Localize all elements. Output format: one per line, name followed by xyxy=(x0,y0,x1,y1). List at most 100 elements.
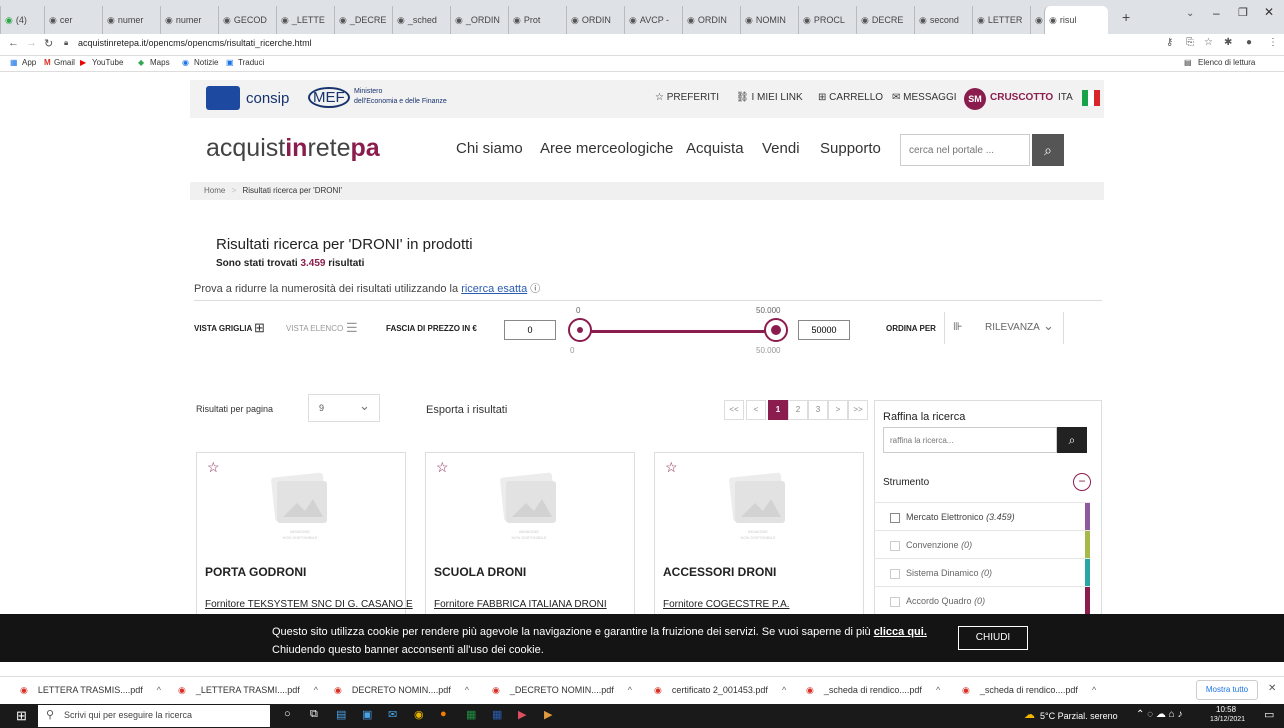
chrome-icon[interactable]: ◉ xyxy=(414,708,424,721)
extensions-icon[interactable]: ✱ xyxy=(1224,37,1232,48)
favorite-star-icon[interactable]: ☆ xyxy=(436,459,449,476)
language-selector[interactable]: ITA xyxy=(1058,92,1073,103)
chevron-up-icon[interactable]: ^ xyxy=(782,685,786,695)
mef-logo[interactable]: MEF xyxy=(308,87,350,108)
word-icon[interactable]: ▦ xyxy=(492,708,502,721)
browser-tab[interactable]: ◉ DECRE xyxy=(856,6,914,34)
browser-tab[interactable]: ◉ _ORDIN xyxy=(450,6,508,34)
supplier-link[interactable]: Fornitore COGECSTRE P.A. xyxy=(663,599,790,610)
nav-vendi[interactable]: Vendi xyxy=(762,140,800,157)
star-icon[interactable]: ☆ xyxy=(1204,37,1213,48)
excel-icon[interactable]: ▦ xyxy=(466,708,476,721)
download-item[interactable]: ◉ _DECRETO NOMIN....pdf ^ xyxy=(492,685,632,696)
download-item[interactable]: ◉ _scheda di rendico....pdf ^ xyxy=(806,685,940,696)
bookmark-traduci[interactable]: Traduci xyxy=(238,58,264,67)
price-slider-min-handle[interactable] xyxy=(568,318,592,342)
download-item[interactable]: ◉ _LETTERA TRASMI....pdf ^ xyxy=(178,685,318,696)
browser-tab[interactable]: ◉ AVCP - xyxy=(624,6,682,34)
info-icon[interactable]: ⓘ xyxy=(530,284,540,295)
download-item[interactable]: ◉ certificato 2_001453.pdf ^ xyxy=(654,685,786,696)
store-icon[interactable]: ▣ xyxy=(362,708,372,721)
browser-tab[interactable]: ◉ GECOD xyxy=(218,6,276,34)
per-page-select[interactable]: 9 ⌄ xyxy=(308,394,380,422)
close-window-icon[interactable]: ✕ xyxy=(1264,5,1274,19)
nav-aree-merceologiche[interactable]: Aree merceologiche xyxy=(540,140,673,157)
page-link[interactable]: >> xyxy=(848,400,868,420)
browser-tab[interactable]: ◉LETTER xyxy=(972,6,1030,34)
page-link[interactable]: << xyxy=(724,400,744,420)
site-logo[interactable]: acquistinretepa xyxy=(206,134,380,163)
bookmark-notizie[interactable]: Notizie xyxy=(194,58,218,67)
close-downloads-icon[interactable]: ✕ xyxy=(1268,683,1276,694)
app-icon[interactable]: ▶ xyxy=(518,708,526,721)
menu-icon[interactable]: ⋮ xyxy=(1268,37,1278,48)
download-item[interactable]: ◉ LETTERA TRASMIS....pdf ^ xyxy=(20,685,161,696)
browser-tab[interactable]: ◉ risul xyxy=(1044,6,1108,34)
reload-icon[interactable]: ↻ xyxy=(44,37,53,50)
download-item[interactable]: ◉ DECRETO NOMIN....pdf ^ xyxy=(334,685,469,696)
cookie-close-button[interactable]: CHIUDI xyxy=(958,626,1028,650)
sort-select[interactable]: ⊪ RILEVANZA ⌄ xyxy=(944,312,1064,344)
product-card[interactable]: ☆ IMMAGINE NON DISPONIBILE ACCESSORI DRONI F… xyxy=(654,452,864,618)
chevron-up-icon[interactable]: ^ xyxy=(465,685,469,695)
apps-icon[interactable]: ▦ xyxy=(10,58,18,67)
messaggi-link[interactable]: ✉ MESSAGGI xyxy=(892,92,957,103)
consip-logo[interactable]: consip xyxy=(246,90,289,107)
share-icon[interactable]: ⎘ xyxy=(1186,37,1194,48)
checkbox[interactable] xyxy=(890,596,900,607)
taskbar-search[interactable]: ⚲ Scrivi qui per eseguire la ricerca xyxy=(38,705,270,727)
cruscotto-link[interactable]: CRUSCOTTO xyxy=(990,92,1053,103)
browser-tab[interactable]: ◉ NOMIN xyxy=(740,6,798,34)
browser-tab[interactable]: ◉ ORDIN xyxy=(566,6,624,34)
browser-tab[interactable]: ◉ _LETTE xyxy=(276,6,334,34)
system-tray-icons[interactable]: ⌃ ◌ ☁ ⌂ ♪ xyxy=(1136,709,1182,720)
back-icon[interactable]: ← xyxy=(8,37,19,49)
minimize-icon[interactable]: – xyxy=(1213,6,1220,20)
task-view-icon[interactable]: ○ xyxy=(284,708,291,720)
carrello-link[interactable]: ⊞ CARRELLO xyxy=(818,92,883,103)
vista-elenco-label[interactable]: VISTA ELENCO xyxy=(286,324,343,333)
notifications-icon[interactable]: ▭ xyxy=(1264,708,1274,721)
favorite-star-icon[interactable]: ☆ xyxy=(665,459,678,476)
chevron-up-icon[interactable]: ^ xyxy=(1092,685,1096,695)
browser-tab[interactable]: ◉ _DECRE xyxy=(334,6,392,34)
supplier-link[interactable]: Fornitore FABBRICA ITALIANA DRONI xyxy=(434,599,607,610)
facet-option[interactable]: Accordo Quadro (0) xyxy=(874,586,1090,615)
windows-start-icon[interactable]: ⊞ xyxy=(16,708,27,724)
list-view-icon[interactable]: ☰ xyxy=(346,320,358,336)
clock-time[interactable]: 10:58 xyxy=(1216,705,1236,714)
nav-acquista[interactable]: Acquista xyxy=(686,140,744,157)
bookmark-youtube[interactable]: YouTube xyxy=(92,58,123,67)
export-link[interactable]: Esporta i risultati xyxy=(426,404,507,416)
browser-tab[interactable]: ◉ Prot xyxy=(508,6,566,34)
browser-tab[interactable]: ◉ (4) xyxy=(0,6,44,34)
taskview-icon[interactable]: ⧉ xyxy=(310,708,318,721)
facet-option[interactable]: Mercato Elettronico (3.459) xyxy=(874,502,1090,531)
chevron-up-icon[interactable]: ^ xyxy=(936,685,940,695)
calculator-icon[interactable]: ▤ xyxy=(336,708,346,721)
vista-griglia-label[interactable]: VISTA GRIGLIA xyxy=(194,324,252,333)
browser-tab[interactable]: ◉ cer xyxy=(44,6,102,34)
new-tab-icon[interactable]: + xyxy=(1122,9,1130,25)
mail-icon[interactable]: ✉ xyxy=(388,708,397,721)
price-slider-max-handle[interactable] xyxy=(764,318,788,342)
product-name[interactable]: PORTA GODRONI xyxy=(205,565,306,579)
url-field[interactable]: acquistinretepa.it/opencms/opencms/risul… xyxy=(78,38,312,48)
breadcrumb-home[interactable]: Home xyxy=(204,186,225,195)
browser-tab[interactable]: ◉ _sched xyxy=(392,6,450,34)
chevron-up-icon[interactable]: ^ xyxy=(628,685,632,695)
collapse-icon[interactable]: − xyxy=(1073,473,1091,491)
price-slider-track[interactable] xyxy=(580,330,776,333)
page-link[interactable]: 3 xyxy=(808,400,828,420)
checkbox[interactable] xyxy=(890,568,900,579)
site-search-input[interactable] xyxy=(900,134,1030,166)
bookmark-maps[interactable]: Maps xyxy=(150,58,170,67)
browser-tab[interactable]: ◉ PROCL xyxy=(798,6,856,34)
app-icon[interactable]: ▶ xyxy=(544,708,552,721)
chevron-up-icon[interactable]: ^ xyxy=(314,685,318,695)
page-link[interactable]: 1 xyxy=(768,400,788,420)
key-icon[interactable]: ⚷ xyxy=(1166,37,1173,48)
tab-search-icon[interactable]: ⌄ xyxy=(1186,8,1194,19)
product-card[interactable]: ☆ IMMAGINE NON DISPONIBILE PORTA GODRONI For… xyxy=(196,452,413,618)
grid-view-icon[interactable]: ⊞ xyxy=(254,320,265,336)
